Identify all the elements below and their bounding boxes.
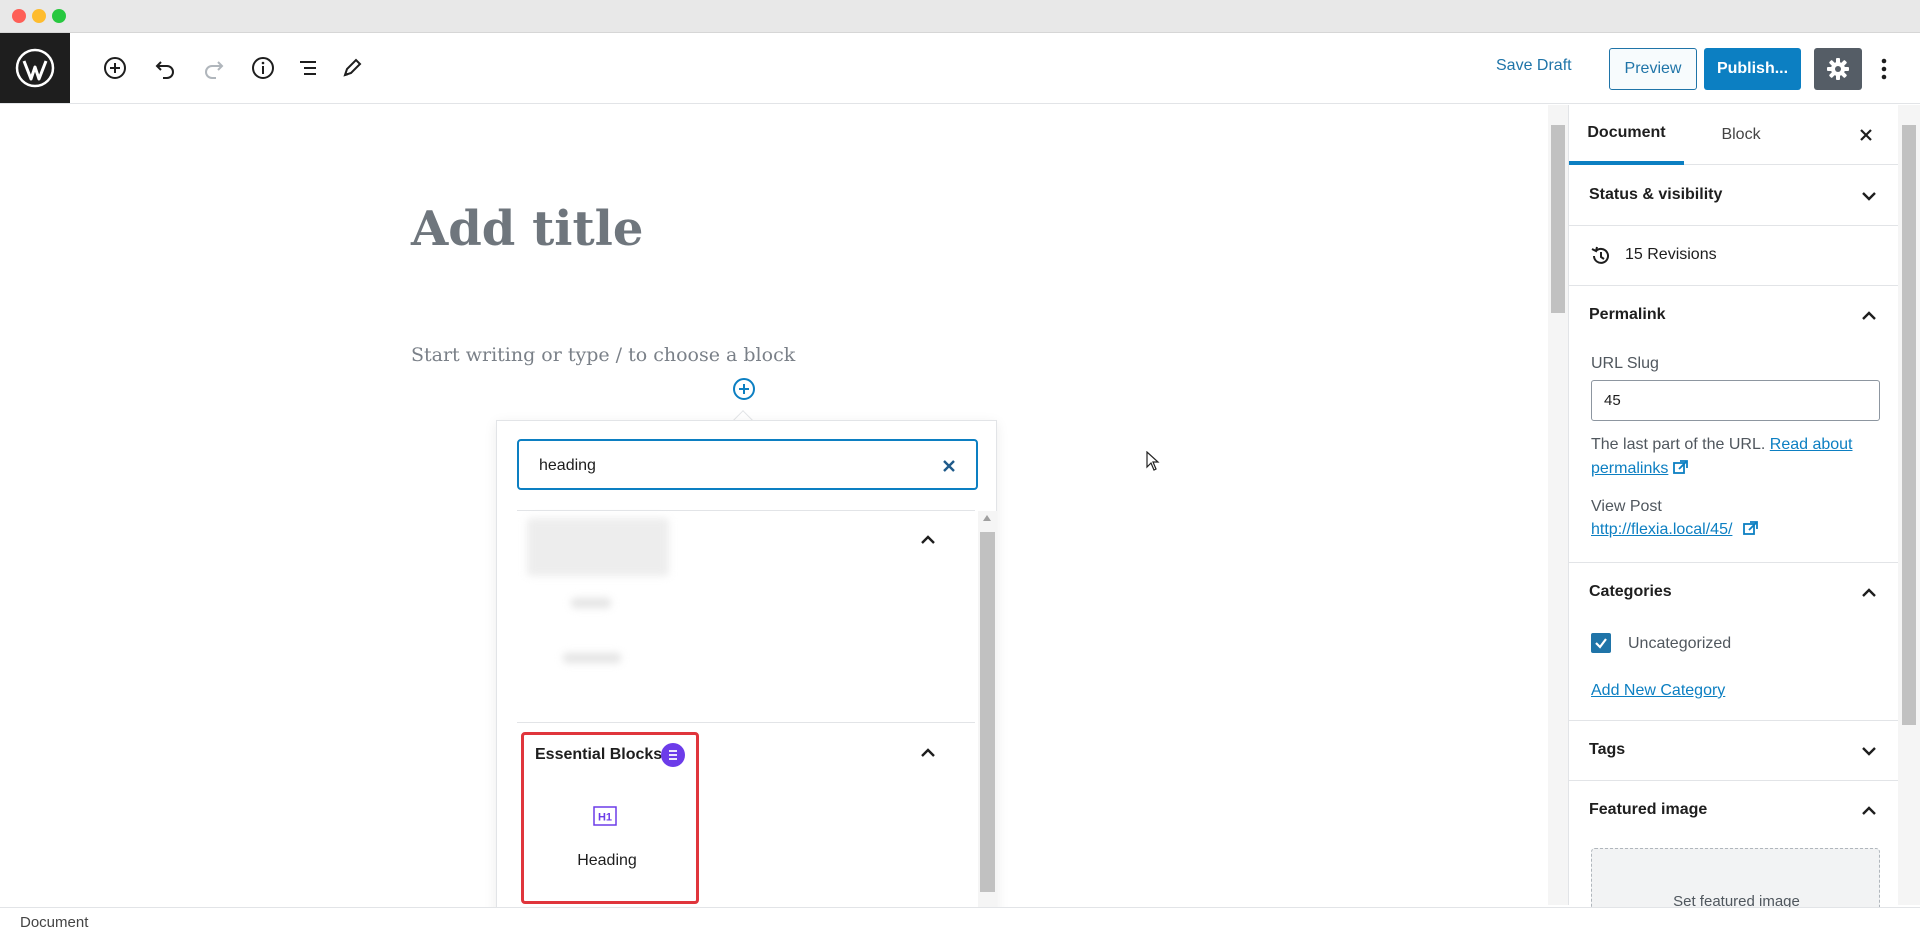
blurred-block-preview — [527, 518, 669, 576]
h1-icon: H1 — [593, 806, 617, 826]
revisions-label: 15 Revisions — [1625, 246, 1717, 263]
view-post-row: http://flexia.local/45/ — [1591, 521, 1758, 539]
tab-document[interactable]: Document — [1569, 105, 1684, 165]
redo-icon[interactable] — [200, 54, 228, 82]
blurred-block-label — [571, 598, 611, 608]
editor-scrollbar-thumb[interactable] — [1551, 125, 1565, 313]
category-label: Uncategorized — [1628, 635, 1732, 652]
permalink-help: The last part of the URL. Read about per… — [1591, 433, 1881, 481]
paragraph-placeholder[interactable]: Start writing or type / to choose a bloc… — [411, 344, 795, 366]
chevron-down-icon — [1859, 741, 1879, 761]
breadcrumb[interactable]: Document — [20, 914, 88, 931]
editor-footer: Document — [0, 907, 1920, 935]
save-draft-button[interactable]: Save Draft — [1496, 57, 1572, 75]
editor-toolbar: Save Draft Preview Publish... — [0, 33, 1920, 104]
history-icon — [1589, 244, 1613, 268]
settings-button[interactable] — [1814, 48, 1862, 90]
view-post-link[interactable]: http://flexia.local/45/ — [1591, 521, 1732, 538]
sidebar-scrollbar-thumb[interactable] — [1902, 125, 1916, 725]
panel-title: Permalink — [1589, 306, 1666, 323]
more-options-icon[interactable] — [1876, 48, 1892, 90]
chevron-up-icon — [1859, 801, 1879, 821]
revisions-link[interactable]: 15 Revisions — [1569, 226, 1901, 286]
panel-tags[interactable]: Tags — [1569, 721, 1901, 781]
panel-status-visibility[interactable]: Status & visibility — [1569, 166, 1901, 226]
inline-add-block-icon[interactable] — [732, 377, 756, 401]
list-view-icon[interactable] — [294, 54, 322, 82]
heading-block-label: Heading — [577, 852, 637, 869]
chevron-up-icon — [1859, 306, 1879, 326]
collapse-chevron-up-icon[interactable] — [918, 530, 938, 550]
close-icon[interactable] — [1857, 126, 1875, 144]
chevron-up-icon — [1859, 583, 1879, 603]
category-checkbox[interactable] — [1591, 633, 1611, 653]
gear-icon — [1827, 58, 1849, 80]
preview-button[interactable]: Preview — [1609, 48, 1697, 90]
url-slug-value: 45 — [1604, 392, 1621, 409]
add-new-category-link[interactable]: Add New Category — [1591, 682, 1725, 700]
panel-title: Featured image — [1589, 801, 1708, 818]
block-inserter-popover: heading Essential Blocks H1 Heading — [496, 420, 997, 935]
tab-block[interactable]: Block — [1701, 105, 1781, 165]
panel-title: Categories — [1589, 583, 1672, 600]
close-window-button[interactable] — [12, 9, 26, 23]
url-slug-label: URL Slug — [1591, 355, 1659, 372]
post-title-input[interactable]: Add title — [411, 201, 643, 257]
heading-block-item[interactable]: H1 Heading — [537, 806, 677, 890]
external-link-icon — [1672, 460, 1688, 474]
divider — [517, 722, 975, 723]
divider — [517, 510, 975, 511]
panel-title: Status & visibility — [1589, 186, 1723, 203]
read-about-permalinks-link[interactable]: Read about — [1770, 436, 1853, 453]
panel-featured-image[interactable]: Featured image — [1569, 781, 1901, 841]
url-slug-input[interactable]: 45 — [1591, 380, 1880, 421]
permalinks-link[interactable]: permalinks — [1591, 460, 1668, 477]
view-post-label: View Post — [1591, 498, 1662, 515]
search-input-value: heading — [539, 457, 596, 474]
undo-icon[interactable] — [151, 54, 179, 82]
external-link-icon — [1742, 521, 1758, 535]
collapse-chevron-up-icon[interactable] — [918, 743, 938, 763]
add-block-icon[interactable] — [101, 54, 129, 82]
edit-pencil-icon[interactable] — [338, 54, 366, 82]
settings-sidebar: Document Block Status & visibility 15 Re… — [1568, 105, 1901, 928]
info-icon[interactable] — [249, 54, 277, 82]
panel-categories[interactable]: Categories — [1569, 563, 1901, 623]
essential-blocks-logo-icon — [661, 743, 685, 767]
publish-button[interactable]: Publish... — [1704, 48, 1801, 90]
clear-search-icon[interactable] — [940, 457, 958, 475]
sidebar-tabs: Document Block — [1569, 105, 1901, 165]
block-search-input[interactable]: heading — [517, 439, 978, 490]
wordpress-logo-icon[interactable] — [0, 33, 70, 103]
panel-title: Tags — [1589, 741, 1626, 758]
inserter-scrollbar-thumb[interactable] — [980, 532, 995, 892]
mouse-cursor-icon — [1146, 451, 1160, 471]
svg-text:H1: H1 — [598, 812, 612, 824]
block-category-title: Essential Blocks — [535, 746, 663, 763]
panel-permalink[interactable]: Permalink — [1569, 286, 1901, 346]
window-titlebar — [0, 0, 1920, 33]
permalink-help-text: The last part of the URL. — [1591, 436, 1766, 453]
minimize-window-button[interactable] — [32, 9, 46, 23]
blurred-block-label — [563, 653, 621, 663]
chevron-down-icon — [1859, 186, 1879, 206]
maximize-window-button[interactable] — [52, 9, 66, 23]
